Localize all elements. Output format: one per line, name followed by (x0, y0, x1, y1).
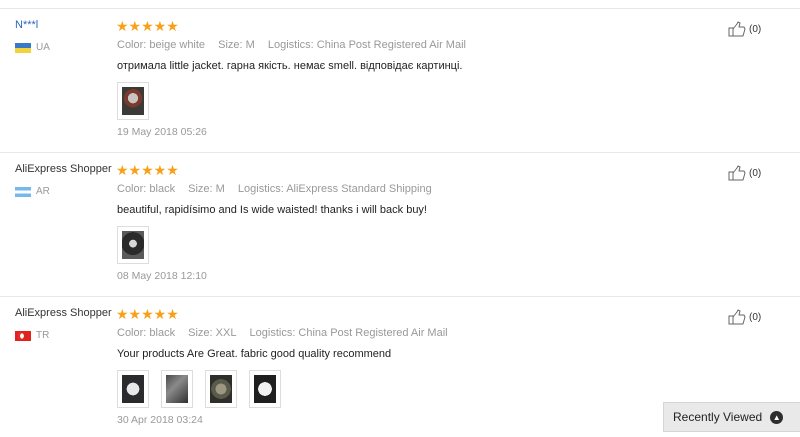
flag-ar-icon (15, 186, 31, 197)
thumbs-up-icon (728, 309, 746, 325)
helpful-count: (0) (749, 311, 762, 323)
reviewer-country: UA (15, 42, 50, 53)
reviewer-name[interactable]: N***l (15, 19, 38, 31)
helpful-button[interactable]: (0) (728, 309, 761, 325)
photo-image (254, 375, 276, 403)
country-code: TR (36, 330, 50, 341)
review-photos (117, 226, 149, 264)
review-text: отримала little jacket. гарна якість. не… (117, 60, 463, 72)
color-info: Color: beige white (117, 39, 206, 51)
color-info: Color: black (117, 327, 176, 339)
flag-ua-icon (15, 42, 31, 53)
review-date: 19 May 2018 05:26 (117, 126, 207, 138)
country-code: AR (36, 186, 50, 197)
helpful-button[interactable]: (0) (728, 21, 761, 37)
star-rating: ★★★★★ (116, 306, 179, 322)
review-photo-thumbnail[interactable] (205, 370, 237, 408)
photo-image (122, 231, 144, 259)
color-info: Color: black (117, 183, 176, 195)
reviewer-country: AR (15, 186, 50, 197)
thumbs-up-icon (728, 165, 746, 181)
size-info: Size: XXL (188, 327, 237, 339)
country-code: UA (36, 42, 50, 53)
reviewer-country: TR (15, 330, 49, 341)
top-divider (0, 0, 800, 9)
helpful-count: (0) (749, 23, 762, 35)
thumbs-up-icon (728, 21, 746, 37)
review-photo-thumbnail[interactable] (117, 82, 149, 120)
reviewer-name: AliExpress Shopper (15, 307, 112, 319)
reviewer-name: AliExpress Shopper (15, 163, 112, 175)
order-info: Color: beige white Size: M Logistics: Ch… (117, 39, 476, 51)
size-info: Size: M (188, 183, 225, 195)
chevron-up-icon: ▲ (770, 410, 784, 424)
review-photos (117, 82, 149, 120)
photo-image (122, 375, 144, 403)
review-date: 08 May 2018 12:10 (117, 270, 207, 282)
order-info: Color: black Size: XXL Logistics: China … (117, 327, 458, 339)
review-date: 30 Apr 2018 03:24 (117, 414, 203, 426)
review-photo-thumbnail[interactable] (161, 370, 193, 408)
flag-tr-icon (15, 330, 31, 341)
review-photo-thumbnail[interactable] (249, 370, 281, 408)
helpful-count: (0) (749, 167, 762, 179)
helpful-button[interactable]: (0) (728, 165, 761, 181)
recently-viewed-tab[interactable]: Recently Viewed ▲ (663, 402, 800, 432)
photo-image (166, 375, 188, 403)
order-info: Color: black Size: M Logistics: AliExpre… (117, 183, 442, 195)
review-photo-thumbnail[interactable] (117, 226, 149, 264)
recently-viewed-label: Recently Viewed (673, 410, 763, 424)
review-item: AliExpress Shopper AR ★★★★★ Color: black… (0, 153, 800, 297)
review-photos (117, 370, 281, 408)
review-photo-thumbnail[interactable] (117, 370, 149, 408)
photo-image (122, 87, 144, 115)
star-rating: ★★★★★ (116, 162, 179, 178)
review-text: Your products Are Great. fabric good qua… (117, 348, 392, 360)
photo-image (210, 375, 232, 403)
logistics-info: Logistics: AliExpress Standard Shipping (237, 183, 432, 195)
star-rating: ★★★★★ (116, 18, 179, 34)
review-item: N***l UA ★★★★★ Color: beige white Size: … (0, 9, 800, 153)
review-text: beautiful, rapidísimo and Is wide waiste… (117, 204, 427, 216)
logistics-info: Logistics: China Post Registered Air Mai… (249, 327, 448, 339)
size-info: Size: M (218, 39, 255, 51)
logistics-info: Logistics: China Post Registered Air Mai… (267, 39, 466, 51)
